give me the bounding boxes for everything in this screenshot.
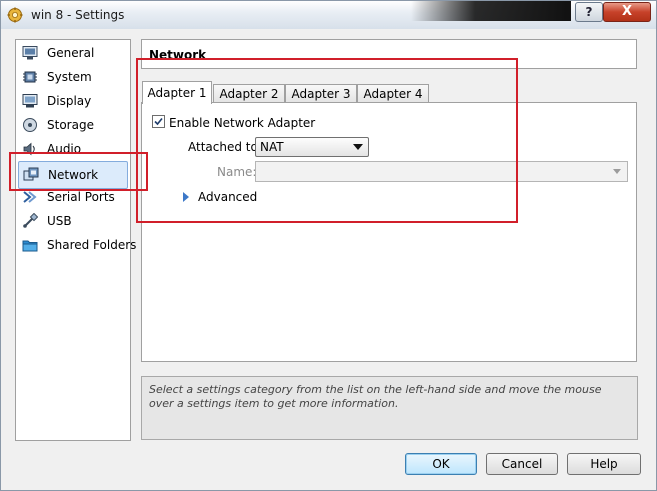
title-bar[interactable]: win 8 - Settings ? X (1, 1, 656, 29)
sidebar-item-label: USB (47, 214, 72, 228)
sidebar-item-label: Serial Ports (47, 190, 115, 204)
sidebar-item-shared-folders[interactable]: Shared Folders (18, 234, 136, 256)
virtualbox-gear-icon (7, 7, 23, 23)
settings-category-list[interactable]: General System Display Storage Audio Net… (15, 39, 136, 441)
ok-button[interactable]: OK (405, 453, 477, 475)
sidebar-item-label: Display (47, 94, 92, 108)
shared-folder-icon (22, 240, 38, 252)
info-description-box: Select a settings category from the list… (141, 376, 638, 440)
sidebar-item-storage[interactable]: Storage (18, 114, 128, 136)
sidebar-item-usb[interactable]: USB (18, 210, 128, 232)
sidebar-item-label: Storage (47, 118, 94, 132)
usb-plug-icon (23, 213, 38, 228)
chevron-down-icon (613, 169, 621, 174)
titlebar-help-button[interactable]: ? (575, 2, 603, 22)
info-text: Select a settings category from the list… (149, 383, 602, 410)
sidebar-item-label: General (47, 46, 95, 60)
general-monitor-icon (22, 46, 38, 60)
titlebar-dark-area (411, 1, 571, 21)
storage-disk-icon (23, 118, 37, 132)
sidebar-item-display[interactable]: Display (18, 90, 128, 112)
help-button[interactable]: Help (567, 453, 641, 475)
sidebar-item-label: Shared Folders (47, 238, 137, 252)
serial-port-icon (23, 191, 37, 203)
highlight-box-network-item (9, 152, 148, 191)
system-chip-icon (23, 71, 37, 83)
titlebar-close-button[interactable]: X (603, 2, 651, 22)
tab-adapter-1[interactable]: Adapter 1 (142, 81, 212, 104)
sidebar-item-general[interactable]: General (18, 42, 128, 64)
sidebar-item-system[interactable]: System (18, 66, 128, 88)
sidebar-item-label: System (47, 70, 92, 84)
display-monitor-icon (22, 94, 38, 108)
window-title: win 8 - Settings (31, 8, 125, 22)
cancel-button[interactable]: Cancel (486, 453, 558, 475)
